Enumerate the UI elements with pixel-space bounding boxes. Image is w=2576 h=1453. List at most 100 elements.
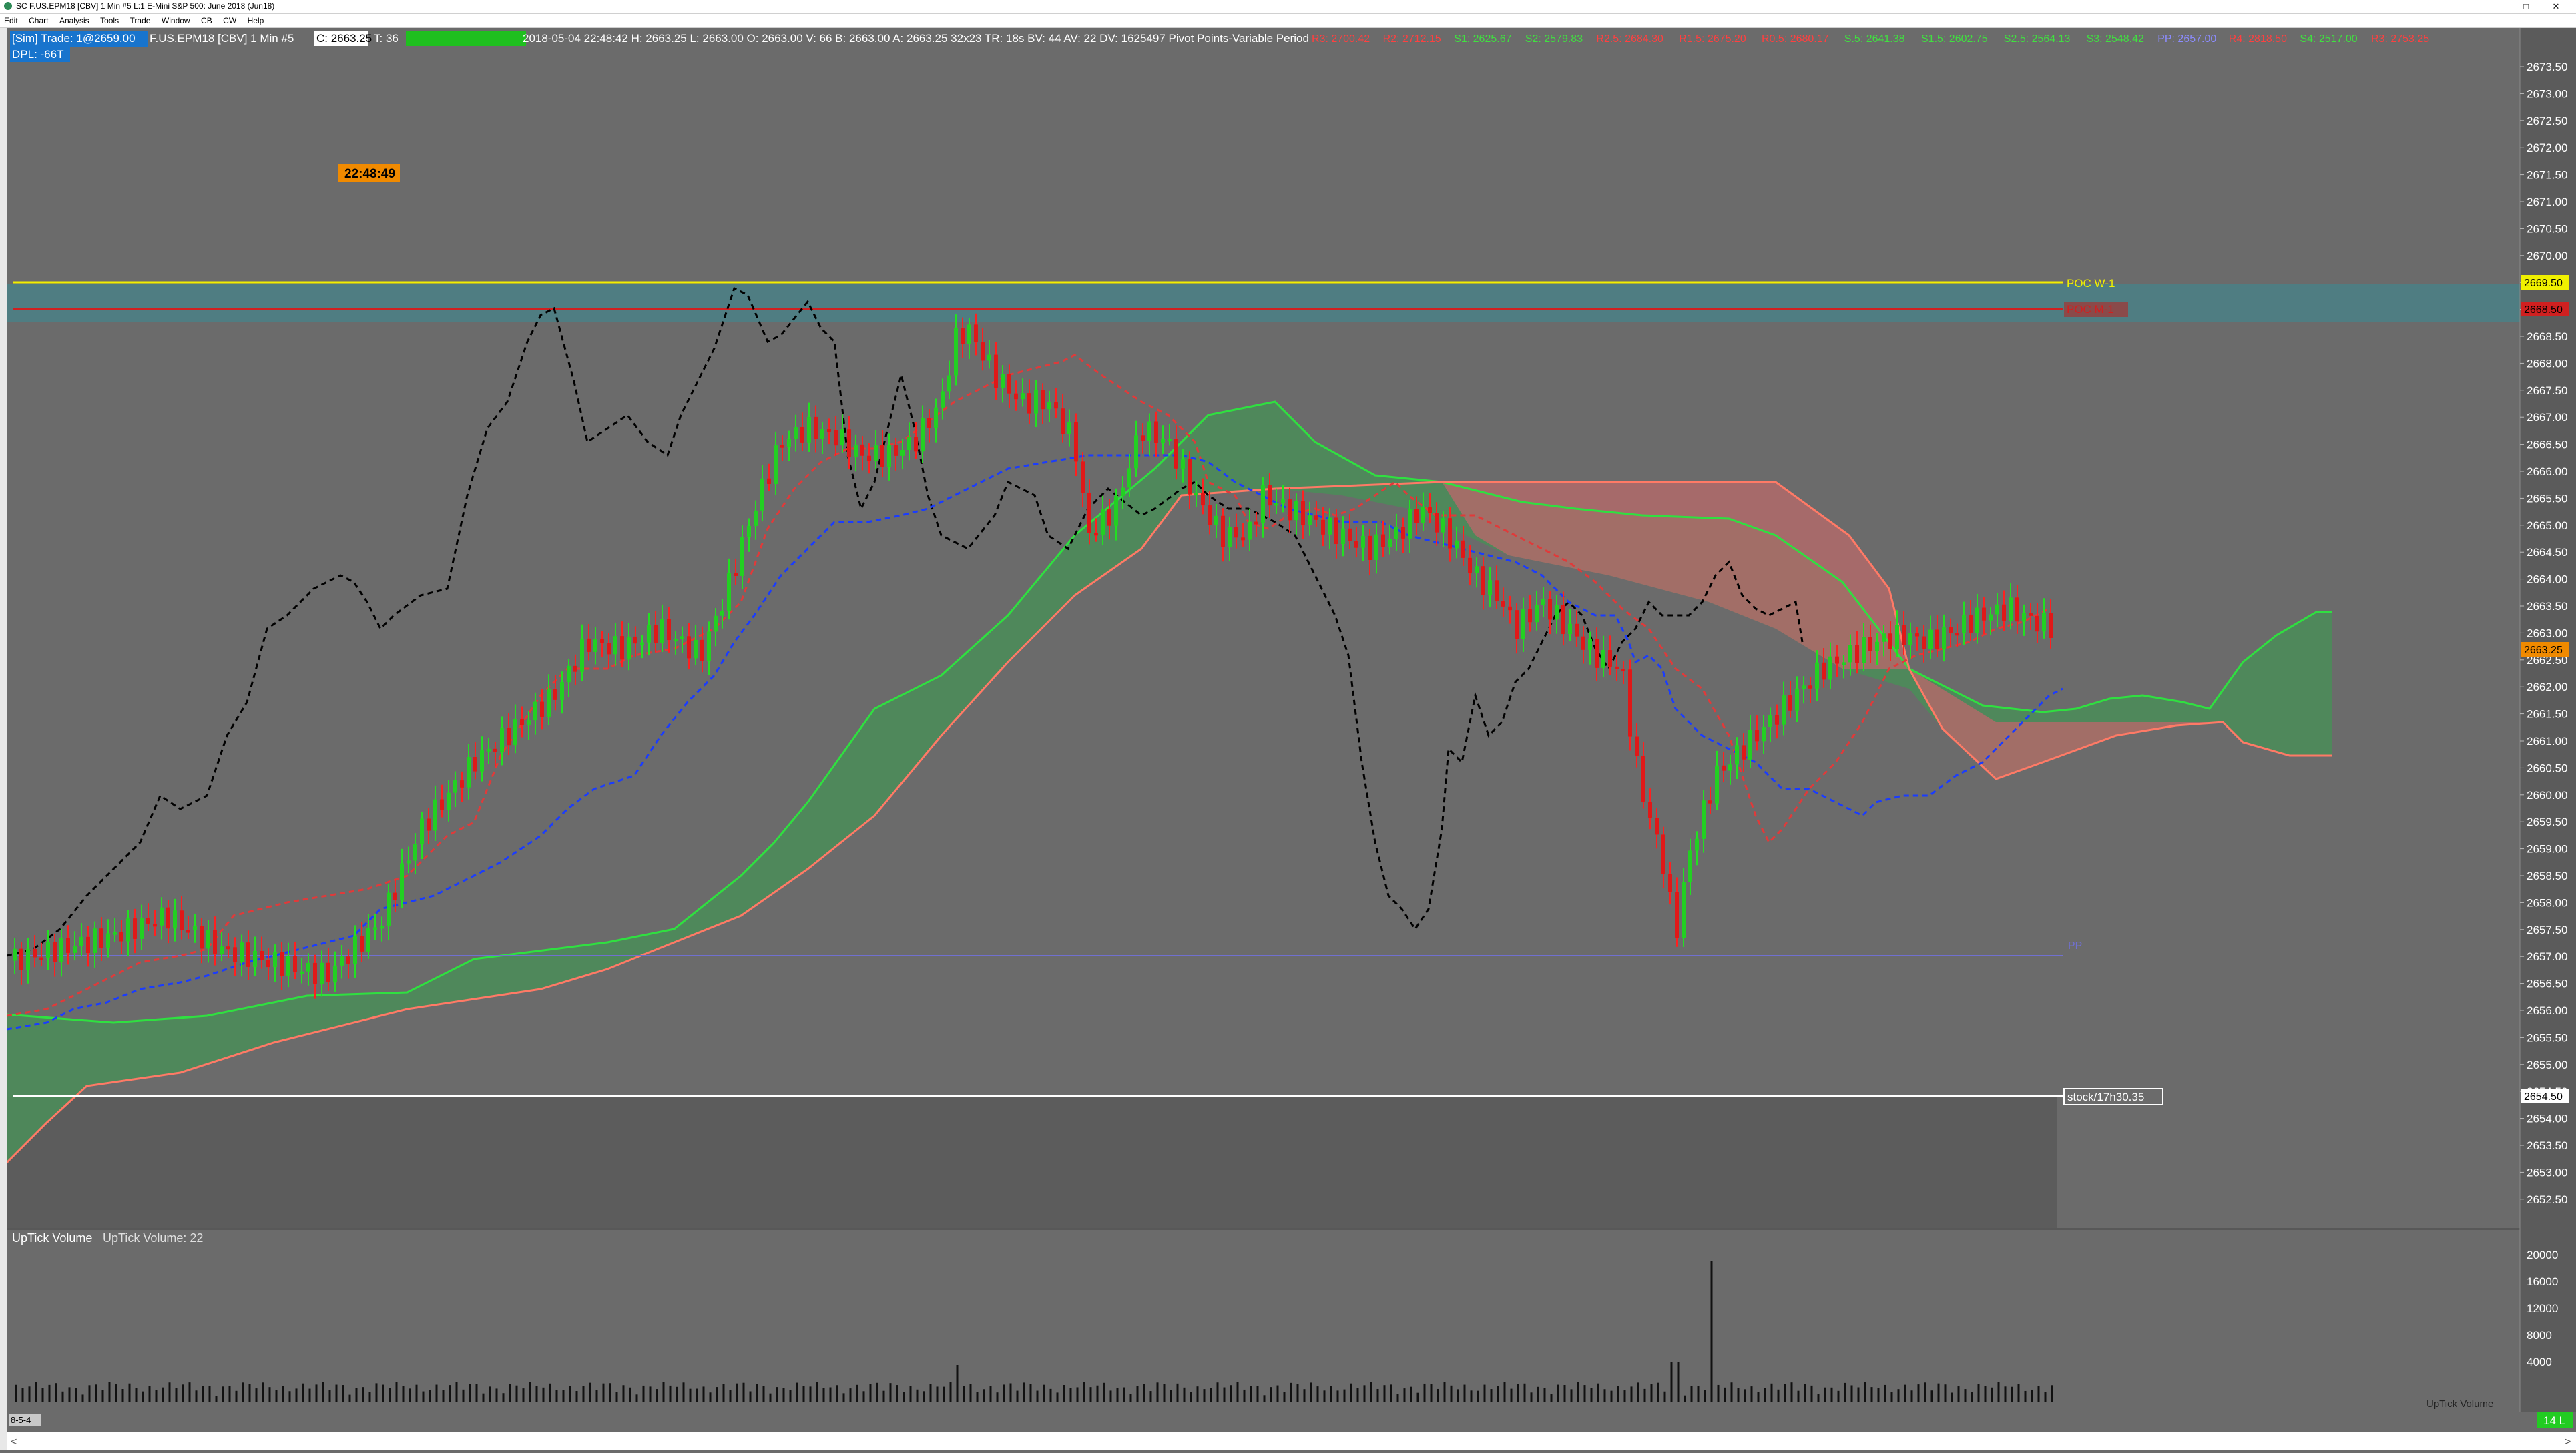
- candle-body: [240, 942, 244, 962]
- candle-body: [1942, 627, 1946, 650]
- stock-label: stock/17h30.35: [2067, 1091, 2144, 1103]
- candle-body: [1261, 485, 1265, 523]
- candle-body: [941, 391, 945, 408]
- maximize-button[interactable]: □: [2513, 0, 2539, 13]
- price-tick-label: 2655.50: [2527, 1031, 2567, 1044]
- menu-analysis[interactable]: Analysis: [55, 14, 93, 27]
- candle-body: [1274, 503, 1278, 506]
- candle-body: [1361, 535, 1365, 548]
- candle-body: [1194, 493, 1198, 496]
- pivot-value: S1.5: 2602.75: [1921, 33, 1988, 45]
- candle-body: [326, 962, 330, 983]
- candle-body: [560, 682, 564, 700]
- price-tick-label: 2668.50: [2527, 330, 2567, 343]
- candle-body: [600, 639, 604, 643]
- candle-body: [1481, 566, 1485, 595]
- symbol-label: F.US.EPM18 [CBV] 1 Min #5: [150, 32, 294, 45]
- price-tick-label: 2665.00: [2527, 519, 2567, 532]
- candle-body: [720, 610, 724, 616]
- menu-edit[interactable]: Edit: [0, 14, 22, 27]
- candle-body: [1041, 390, 1045, 410]
- candle-body: [814, 416, 818, 440]
- candle-body: [1908, 633, 1912, 645]
- price-tick-label: 2657.00: [2527, 950, 2567, 963]
- candle-body: [1755, 730, 1759, 742]
- candle-body: [53, 942, 57, 962]
- candle-body: [1448, 518, 1452, 549]
- candle-body: [1127, 468, 1131, 488]
- candle-body: [887, 445, 891, 467]
- candle-body: [1495, 580, 1499, 601]
- candle-body: [840, 429, 844, 446]
- candle-body: [1828, 656, 1832, 680]
- price-tick-label: 2672.00: [2527, 141, 2567, 154]
- candle-body: [867, 455, 871, 461]
- candle-body: [894, 445, 898, 456]
- price-tick-label: 2653.00: [2527, 1166, 2567, 1179]
- price-tick-label: 2666.50: [2527, 439, 2567, 451]
- menu-window[interactable]: Window: [158, 14, 194, 27]
- candle-body: [113, 932, 117, 935]
- candle-body: [1648, 802, 1652, 818]
- candle-body: [186, 930, 190, 933]
- candle-body: [1949, 627, 1953, 633]
- candle-body: [1461, 540, 1465, 558]
- horizontal-scrollbar[interactable]: [7, 1432, 2576, 1450]
- price-tick-label: 2661.00: [2527, 735, 2567, 748]
- candle-body: [1888, 633, 1892, 649]
- menu-cb[interactable]: CB: [197, 14, 216, 27]
- candle-body: [1581, 636, 1585, 650]
- pp-label: PP: [2068, 940, 2082, 952]
- candle-body: [1962, 614, 1966, 633]
- pivot-value: R2.5: 2684.30: [1596, 33, 1663, 45]
- candle-body: [613, 636, 617, 655]
- candle-body: [1922, 636, 1926, 649]
- menu-bar: Edit Chart Analysis Tools Trade Window C…: [0, 14, 2576, 28]
- menu-trade[interactable]: Trade: [126, 14, 155, 27]
- candle-body: [126, 918, 130, 942]
- candle-body: [860, 444, 864, 456]
- candle-body: [1515, 610, 1519, 639]
- chart-window[interactable]: 2673.50 2673.00 2672.50 2672.00 2671.50 2671.…: [5, 28, 2576, 1450]
- price-tick-label: 2659.50: [2527, 816, 2567, 828]
- candle-body: [1121, 487, 1125, 496]
- candle-body: [787, 439, 791, 447]
- candle-body: [1388, 539, 1392, 547]
- candle-body: [1635, 736, 1639, 756]
- price-tick-label: 2660.00: [2527, 789, 2567, 802]
- menu-tools[interactable]: Tools: [96, 14, 123, 27]
- scroll-left-arrow-icon[interactable]: <: [11, 1436, 17, 1448]
- candle-body: [520, 719, 524, 725]
- candle-body: [1808, 685, 1812, 689]
- price-chart[interactable]: 2673.50 2673.00 2672.50 2672.00 2671.50 2671.…: [5, 28, 2576, 1450]
- candle-body: [373, 927, 377, 930]
- candle-body: [1715, 765, 1719, 804]
- candle-body: [687, 636, 691, 659]
- candle-body: [1468, 557, 1472, 573]
- minimize-button[interactable]: –: [2483, 0, 2509, 13]
- candle-body: [213, 930, 217, 954]
- candle-body: [1414, 509, 1419, 523]
- menu-help[interactable]: Help: [244, 14, 268, 27]
- candle-body: [59, 938, 63, 962]
- window-title: SC F.US.EPM18 [CBV] 1 Min #5 L:1 E-Mini …: [16, 1, 275, 11]
- candle-body: [1301, 501, 1305, 525]
- candle-body: [794, 426, 798, 439]
- candle-body: [1334, 517, 1338, 544]
- candle-body: [1455, 540, 1459, 549]
- candle-body: [119, 932, 123, 942]
- menu-chart[interactable]: Chart: [25, 14, 52, 27]
- candle-body: [1168, 439, 1172, 442]
- candle-body: [914, 437, 918, 452]
- scroll-right-arrow-icon[interactable]: >: [2565, 1436, 2571, 1448]
- menu-cw[interactable]: CW: [219, 14, 240, 27]
- candle-body: [740, 537, 744, 576]
- candle-body: [640, 642, 644, 645]
- candle-body: [1621, 669, 1625, 672]
- candle-body: [280, 952, 284, 976]
- close-button[interactable]: ✕: [2543, 0, 2569, 13]
- candle-body: [967, 324, 971, 344]
- candle-body: [921, 418, 925, 452]
- poc-m-price: 2668.50: [2524, 304, 2563, 316]
- candle-body: [1087, 492, 1091, 533]
